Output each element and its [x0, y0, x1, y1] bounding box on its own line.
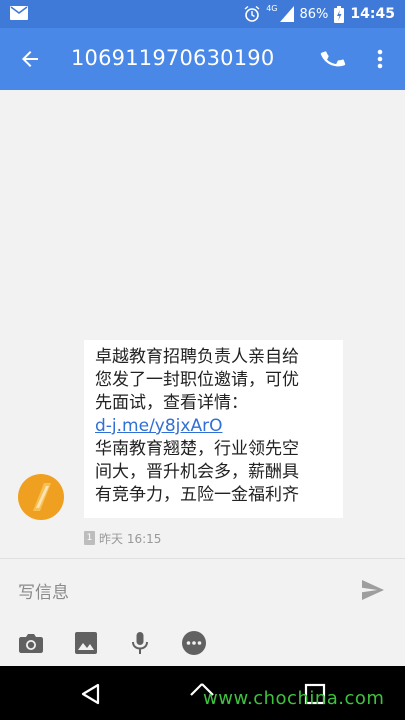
send-icon[interactable]: [361, 579, 385, 601]
compose-input[interactable]: 写信息: [18, 578, 69, 603]
mail-notification-icon: [10, 6, 28, 20]
status-bar: 4G 86% 14:45: [0, 0, 405, 28]
watermark: www.chochina.com: [203, 688, 385, 709]
contact-avatar[interactable]: [18, 474, 64, 520]
network-label: 4G: [266, 4, 278, 13]
message-line: 您发了一封职位邀请，可优: [95, 370, 299, 390]
message-line: 间大，晋升机会多，薪酬具: [95, 462, 299, 482]
message-line: 先面试，查看详情：: [95, 393, 248, 413]
message-timestamp: 昨天 16:15: [99, 531, 162, 546]
image-icon[interactable]: [73, 630, 99, 656]
alarm-icon: [244, 6, 260, 22]
message-line: 华南教育翘楚，行业领先空: [95, 439, 299, 459]
message-line: 有竞争力，五险一金福利齐: [95, 485, 299, 505]
battery-icon: [334, 5, 345, 23]
microphone-icon[interactable]: [127, 630, 153, 656]
signal-icon: [279, 6, 294, 22]
more-vert-icon[interactable]: [370, 47, 390, 71]
message-link[interactable]: d-j.me/y8jxArO: [95, 415, 333, 438]
message-line: 卓越教育招聘负责人亲自给: [95, 347, 299, 367]
back-triangle-icon[interactable]: [78, 681, 104, 707]
emoji-icon[interactable]: [181, 630, 207, 656]
message-meta: 1 昨天 16:15: [84, 530, 161, 546]
conversation-title: 106911970630190: [71, 46, 275, 70]
attachment-bar: [0, 618, 405, 666]
back-arrow-icon[interactable]: [18, 47, 42, 71]
clock: 14:45: [350, 6, 395, 22]
message-bubble[interactable]: 卓越教育招聘负责人亲自给 您发了一封职位邀请，可优 先面试，查看详情： d-j.…: [84, 340, 343, 518]
sim-badge: 1: [84, 531, 95, 545]
status-right: 4G 86% 14:45: [244, 4, 395, 24]
battery-percent: 86%: [299, 6, 329, 22]
phone-icon[interactable]: [320, 46, 346, 72]
camera-icon[interactable]: [18, 630, 44, 656]
app-bar: 106911970630190: [0, 28, 405, 90]
compose-bar: 写信息: [0, 558, 405, 618]
